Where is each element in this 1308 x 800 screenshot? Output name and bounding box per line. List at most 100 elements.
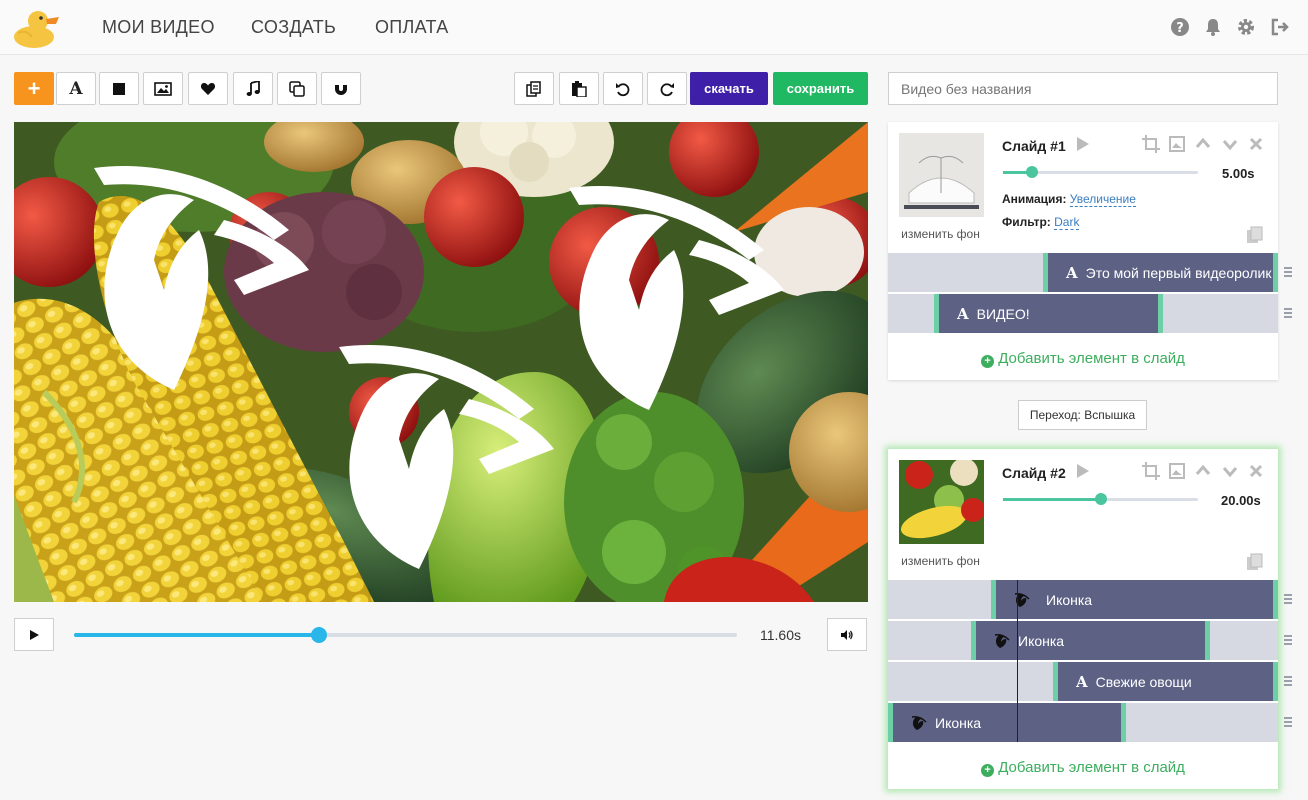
- chevron-up-icon[interactable]: [1194, 462, 1212, 480]
- timeline-row[interactable]: Иконка: [888, 703, 1278, 742]
- leaf-icon[interactable]: [94, 165, 309, 390]
- duck-logo-icon[interactable]: [12, 7, 62, 49]
- copy-button[interactable]: [514, 72, 554, 105]
- add-text-button[interactable]: A: [56, 72, 96, 105]
- slide-play-icon[interactable]: [1076, 137, 1090, 156]
- change-background-link[interactable]: изменить фон: [888, 554, 993, 568]
- redo-button[interactable]: [647, 72, 687, 105]
- seek-thumb[interactable]: [311, 627, 328, 643]
- animation-link[interactable]: Увеличение: [1069, 192, 1136, 207]
- timeline-row[interactable]: Иконка: [888, 580, 1278, 619]
- add-element-to-slide-button[interactable]: + Добавить элемент в слайд: [888, 759, 1278, 777]
- play-button[interactable]: [14, 618, 54, 651]
- duplicate-slide-button[interactable]: [277, 72, 317, 105]
- timeline-row[interactable]: Иконка: [888, 621, 1278, 660]
- drag-handle-icon[interactable]: [1284, 267, 1294, 279]
- slide-card-1[interactable]: изменить фон Слайд #1 5.00s Анимация: Ув…: [888, 122, 1292, 380]
- drag-handle-icon[interactable]: [1284, 635, 1294, 647]
- svg-text:?: ?: [1176, 21, 1184, 36]
- logout-icon[interactable]: [1270, 17, 1290, 37]
- image-frame-icon[interactable]: [1168, 462, 1186, 480]
- close-icon[interactable]: [1247, 135, 1265, 153]
- paste-button[interactable]: [559, 72, 599, 105]
- nav-payment[interactable]: ОПЛАТА: [375, 17, 449, 38]
- nav-my-videos[interactable]: МОИ ВИДЕО: [102, 17, 215, 38]
- slide-duration: 5.00s: [1222, 166, 1255, 181]
- duration-slider[interactable]: [1003, 166, 1198, 178]
- timeline-playhead[interactable]: [1017, 580, 1018, 742]
- seek-bar[interactable]: [74, 627, 737, 643]
- duration-thumb[interactable]: [1026, 166, 1039, 178]
- timeline-element-label: Иконка: [1046, 591, 1093, 608]
- filter-label: Фильтр:: [1002, 215, 1051, 229]
- chevron-up-icon[interactable]: [1194, 135, 1212, 153]
- chevron-down-icon[interactable]: [1221, 462, 1239, 480]
- copy-slide-icon[interactable]: [1246, 553, 1264, 576]
- slide-thumbnail[interactable]: [899, 133, 984, 217]
- transition-button[interactable]: Переход: Вспышка: [1018, 400, 1147, 430]
- paste-icon: [572, 80, 587, 97]
- play-icon: [30, 629, 39, 640]
- timeline-element-text[interactable]: A ВИДЕО!: [934, 294, 1163, 333]
- chevron-down-icon[interactable]: [1221, 135, 1239, 153]
- save-button[interactable]: сохранить: [773, 72, 868, 105]
- snap-button[interactable]: [321, 72, 361, 105]
- drag-handle-icon[interactable]: [1284, 594, 1294, 606]
- image-frame-icon[interactable]: [1168, 135, 1186, 153]
- add-shape-button[interactable]: [99, 72, 139, 105]
- volume-button[interactable]: [827, 618, 867, 651]
- current-time: 11.60s: [760, 627, 801, 643]
- gear-icon[interactable]: [1236, 17, 1256, 37]
- crop-icon[interactable]: [1142, 462, 1160, 480]
- download-button[interactable]: скачать: [690, 72, 768, 105]
- add-element-to-slide-button[interactable]: + Добавить элемент в слайд: [888, 350, 1278, 368]
- timeline-element-text[interactable]: A Свежие овощи: [1053, 662, 1278, 701]
- slide-title: Слайд #2: [1002, 465, 1066, 481]
- bell-icon[interactable]: [1203, 17, 1223, 37]
- slide-card-2[interactable]: изменить фон Слайд #2 20.00s Иконка Икон…: [888, 449, 1292, 789]
- copy-slide-icon[interactable]: [1246, 226, 1264, 249]
- undo-button[interactable]: [603, 72, 643, 105]
- crop-icon[interactable]: [1142, 135, 1160, 153]
- add-icon-button[interactable]: [188, 72, 228, 105]
- text-icon: A: [1066, 263, 1078, 282]
- leaf-icon: [994, 633, 1010, 648]
- slide-thumbnail[interactable]: [899, 460, 984, 544]
- plus-circle-icon: +: [981, 764, 995, 777]
- change-background-link[interactable]: изменить фон: [888, 227, 993, 241]
- redo-icon: [660, 82, 674, 96]
- timeline-element-icon[interactable]: Иконка: [991, 580, 1278, 619]
- drag-handle-icon[interactable]: [1284, 717, 1294, 729]
- leaf-icon[interactable]: [339, 344, 554, 569]
- timeline-row[interactable]: A Свежие овощи: [888, 662, 1278, 701]
- nav-create[interactable]: СОЗДАТЬ: [251, 17, 336, 38]
- add-element-label: Добавить элемент в слайд: [998, 759, 1185, 776]
- duration-slider[interactable]: [1003, 493, 1198, 505]
- add-element-label: Добавить элемент в слайд: [998, 350, 1185, 367]
- video-title-input[interactable]: [888, 72, 1278, 105]
- leaf-icon-overlays: [94, 165, 784, 569]
- filter-link[interactable]: Dark: [1054, 215, 1080, 230]
- close-icon[interactable]: [1247, 462, 1265, 480]
- duration-fill: [1003, 498, 1101, 501]
- magnet-icon: [335, 82, 347, 95]
- add-image-button[interactable]: [143, 72, 183, 105]
- timeline-row[interactable]: A ВИДЕО!: [888, 294, 1278, 333]
- drag-handle-icon[interactable]: [1284, 676, 1294, 688]
- header: МОИ ВИДЕО СОЗДАТЬ ОПЛАТА ?: [0, 0, 1308, 55]
- plus-circle-icon: +: [981, 355, 995, 368]
- slide-title: Слайд #1: [1002, 138, 1066, 154]
- timeline-element-text[interactable]: A Это мой первый видеоролик: [1043, 253, 1278, 292]
- duration-thumb[interactable]: [1094, 493, 1107, 505]
- help-icon[interactable]: ?: [1170, 17, 1190, 37]
- filter-setting: Фильтр: Dark: [1002, 215, 1080, 230]
- leaf-icon[interactable]: [569, 185, 784, 410]
- add-music-button[interactable]: [233, 72, 273, 105]
- slide-play-icon[interactable]: [1076, 464, 1090, 483]
- video-canvas[interactable]: [14, 122, 868, 602]
- timeline-element-icon[interactable]: Иконка: [888, 703, 1126, 742]
- add-element-button[interactable]: +: [14, 72, 54, 105]
- drag-handle-icon[interactable]: [1284, 308, 1294, 320]
- timeline-row[interactable]: A Это мой первый видеоролик: [888, 253, 1278, 292]
- timeline-element-icon[interactable]: Иконка: [971, 621, 1210, 660]
